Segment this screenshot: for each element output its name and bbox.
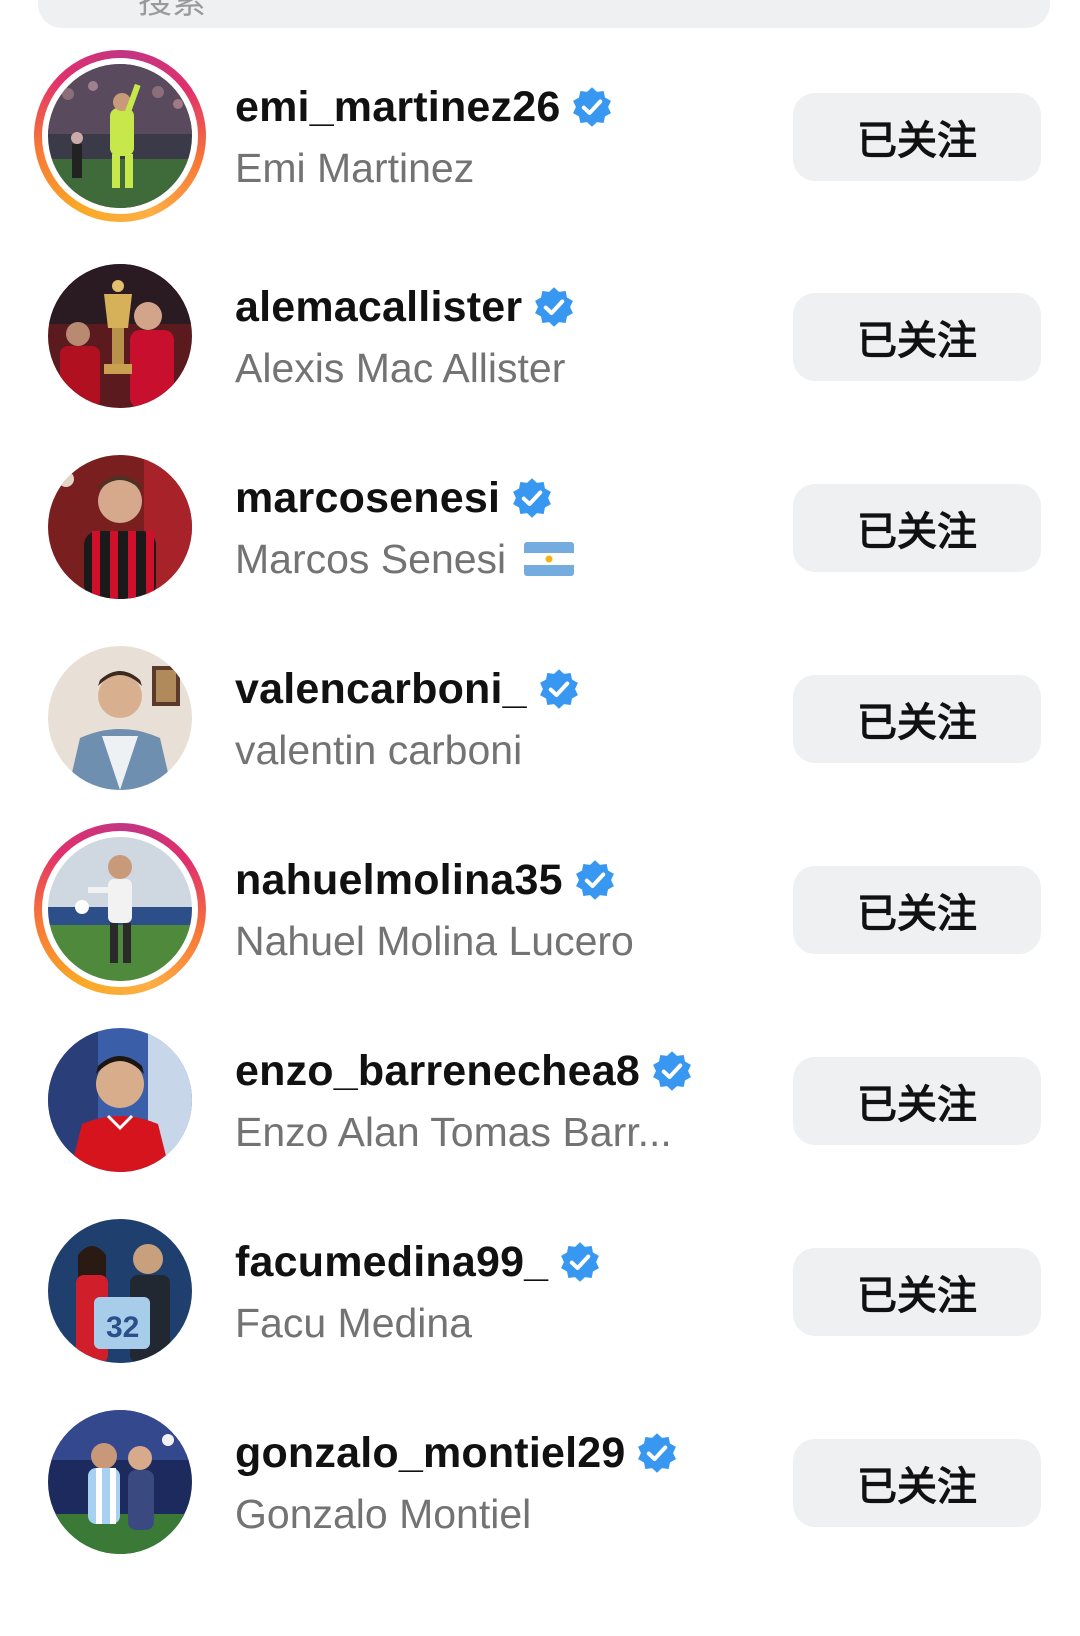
- following-button[interactable]: 已关注: [793, 93, 1041, 181]
- username[interactable]: nahuelmolina35: [235, 856, 563, 905]
- verified-badge-icon: [635, 1431, 679, 1475]
- full-name: Marcos Senesi: [235, 535, 507, 582]
- verified-badge-icon: [570, 85, 614, 129]
- full-name: Nahuel Molina Lucero: [235, 917, 634, 964]
- full-name: Gonzalo Montiel: [235, 1490, 532, 1537]
- verified-badge-icon: [510, 476, 554, 520]
- story-ring[interactable]: [34, 50, 206, 222]
- avatar[interactable]: [48, 646, 192, 790]
- following-button[interactable]: 已关注: [793, 1057, 1041, 1145]
- list-item[interactable]: valencarboni_ valentin carboni 已关注: [0, 582, 1080, 796]
- argentina-flag-icon: [524, 542, 575, 576]
- username[interactable]: gonzalo_montiel29: [235, 1429, 625, 1478]
- verified-badge-icon: [573, 858, 617, 902]
- avatar[interactable]: [48, 837, 192, 981]
- verified-badge-icon: [558, 1240, 602, 1284]
- username[interactable]: enzo_barrenechea8: [235, 1047, 640, 1096]
- username[interactable]: emi_martinez26: [235, 83, 560, 132]
- svg-text:32: 32: [106, 1311, 139, 1344]
- verified-badge-icon: [537, 667, 581, 711]
- list-item[interactable]: alemacallister Alexis Mac Allister 已关注: [0, 200, 1080, 414]
- username[interactable]: alemacallister: [235, 283, 522, 332]
- full-name: Enzo Alan Tomas Barr...: [235, 1108, 672, 1155]
- avatar[interactable]: 32: [48, 1219, 192, 1363]
- following-button[interactable]: 已关注: [793, 484, 1041, 572]
- username[interactable]: marcosenesi: [235, 474, 500, 523]
- list-item[interactable]: enzo_barrenechea8 Enzo Alan Tomas Barr..…: [0, 964, 1080, 1178]
- following-button[interactable]: 已关注: [793, 866, 1041, 954]
- full-name: Alexis Mac Allister: [235, 344, 566, 391]
- verified-badge-icon: [650, 1049, 694, 1093]
- list-item[interactable]: gonzalo_montiel29 Gonzalo Montiel 已关注: [0, 1346, 1080, 1560]
- list-item[interactable]: nahuelmolina35 Nahuel Molina Lucero 已关注: [0, 773, 1080, 995]
- following-button[interactable]: 已关注: [793, 1439, 1041, 1527]
- avatar[interactable]: [48, 64, 192, 208]
- list-item[interactable]: emi_martinez26 Emi Martinez 已关注: [0, 0, 1080, 222]
- list-item[interactable]: marcosenesi Marcos Senesi 已关注: [0, 391, 1080, 605]
- following-button[interactable]: 已关注: [793, 675, 1041, 763]
- username[interactable]: valencarboni_: [235, 665, 527, 714]
- username[interactable]: facumedina99_: [235, 1238, 548, 1287]
- avatar[interactable]: [48, 264, 192, 408]
- avatar[interactable]: [48, 455, 192, 599]
- list-item[interactable]: 32 facumedina99_ Facu Medina 已关注: [0, 1155, 1080, 1369]
- verified-badge-icon: [532, 285, 576, 329]
- avatar[interactable]: [48, 1028, 192, 1172]
- avatar[interactable]: [48, 1410, 192, 1554]
- full-name: Emi Martinez: [235, 144, 475, 191]
- following-button[interactable]: 已关注: [793, 1248, 1041, 1336]
- full-name: Facu Medina: [235, 1299, 473, 1346]
- full-name: valentin carboni: [235, 726, 523, 773]
- avatar-frame: [34, 1396, 206, 1568]
- following-button[interactable]: 已关注: [793, 293, 1041, 381]
